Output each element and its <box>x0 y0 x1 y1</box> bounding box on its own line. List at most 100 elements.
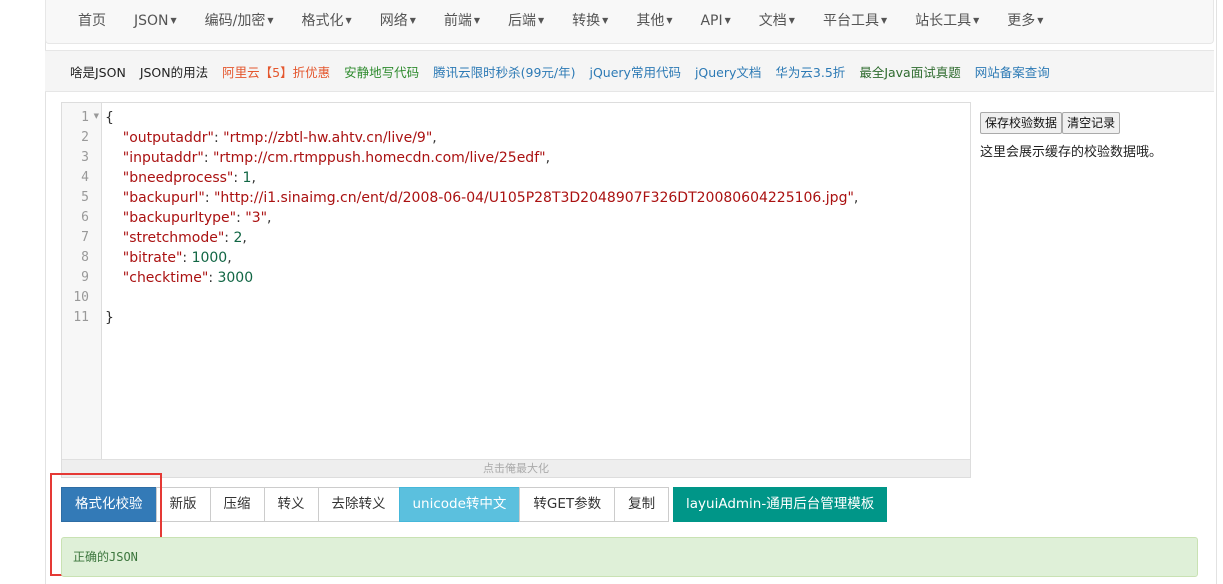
line-number: 2 <box>81 130 89 145</box>
header-link[interactable]: JSON的用法 <box>140 62 208 81</box>
caret-down-icon: ▼ <box>788 16 795 25</box>
code-line: { <box>105 108 114 128</box>
nav-item[interactable]: 格式化 ▼ <box>288 0 366 42</box>
code-line: "bneedprocess": 1, <box>105 168 256 188</box>
caret-down-icon: ▼ <box>602 16 609 25</box>
code-line: "checktime": 3000 <box>105 268 253 288</box>
clear-records-button[interactable]: 清空记录 <box>1062 112 1121 134</box>
nav-item[interactable]: 更多 ▼ <box>993 0 1057 42</box>
layuiadmin-template-button[interactable]: layuiAdmin-通用后台管理模板 <box>673 487 888 522</box>
caret-down-icon: ▼ <box>345 16 352 25</box>
header-link[interactable]: 网站备案查询 <box>975 62 1050 81</box>
nav-item[interactable]: 编码/加密 ▼ <box>191 0 288 42</box>
code-token: "rtmp://zbtl-hw.ahtv.cn/live/9" <box>223 130 433 146</box>
nav-item[interactable]: 首页 <box>64 0 120 42</box>
line-number: 1 <box>81 110 89 125</box>
code-token: , <box>267 210 272 226</box>
caret-down-icon: ▼ <box>1037 16 1044 25</box>
code-token: "backupurl" <box>105 190 205 206</box>
unicode-to-chinese-button[interactable]: unicode转中文 <box>398 487 521 522</box>
code-token: : <box>213 130 224 146</box>
nav-list: 首页 JSON ▼ 编码/加密 ▼ 格式化 ▼ 网络 ▼ 前端 ▼ 后端 ▼ 转换 ▼ 其他 ▼ API ▼ 文档 ▼ 平… <box>64 0 1057 42</box>
line-number: 6 <box>81 210 89 225</box>
header-link[interactable]: 啥是JSON <box>70 62 126 81</box>
nav-item[interactable]: 其他 ▼ <box>622 0 686 42</box>
nav-item-label: 平台工具 <box>822 13 879 29</box>
new-version-button[interactable]: 新版 <box>155 487 211 522</box>
caret-down-icon: ▼ <box>724 16 731 25</box>
format-validate-button[interactable]: 格式化校验 <box>61 487 157 522</box>
caret-down-icon: ▼ <box>973 16 980 25</box>
escape-button[interactable]: 转义 <box>263 487 319 522</box>
code-token: , <box>242 230 247 246</box>
nav-item-label: 站长工具 <box>915 13 972 29</box>
copy-button[interactable]: 复制 <box>614 487 670 522</box>
nav-item[interactable]: 文档 ▼ <box>745 0 809 42</box>
nav-item[interactable]: 站长工具 ▼ <box>901 0 993 42</box>
fold-arrow-icon[interactable]: ▼ <box>94 112 99 120</box>
link-bar: 啥是JSON JSON的用法 阿里云【5】折优惠 安静地写代码 腾讯云限时秒杀(99元/… <box>45 50 1214 92</box>
nav-item[interactable]: 平台工具 ▼ <box>809 0 901 42</box>
compress-button[interactable]: 压缩 <box>209 487 265 522</box>
caret-down-icon: ▼ <box>666 16 673 25</box>
code-token: : <box>203 150 213 166</box>
caret-down-icon: ▼ <box>409 16 416 25</box>
nav-item-label: 其他 <box>636 13 665 29</box>
nav-item-label: 前端 <box>443 13 472 29</box>
code-token: , <box>251 170 256 186</box>
code-token: , <box>545 150 551 166</box>
code-line: "backupurltype": "3", <box>105 208 272 228</box>
code-token: "bitrate" <box>105 250 183 266</box>
code-token: : <box>204 190 214 206</box>
header-link[interactable]: 最全Java面试真题 <box>859 62 960 81</box>
line-number: 4 <box>81 170 89 185</box>
nav-item[interactable]: 前端 ▼ <box>430 0 494 42</box>
caret-down-icon: ▼ <box>473 16 481 25</box>
save-check-data-button[interactable]: 保存校验数据 <box>980 112 1063 134</box>
code-line: "stretchmode": 2, <box>105 228 247 248</box>
nav-item[interactable]: API ▼ <box>686 0 744 42</box>
code-token: , <box>853 190 859 206</box>
caret-down-icon: ▼ <box>170 16 177 25</box>
code-token: , <box>432 130 437 146</box>
nav-item[interactable]: 网络 ▼ <box>366 0 430 42</box>
code-line: "inputaddr": "rtmp://cm.rtmppush.homecdn… <box>105 148 550 168</box>
maximize-bar[interactable]: 点击俺最大化 <box>62 459 970 477</box>
line-number: 8 <box>81 250 89 265</box>
nav-item-label: 编码/加密 <box>204 13 266 29</box>
link-list: 啥是JSON JSON的用法 阿里云【5】折优惠 安静地写代码 腾讯云限时秒杀(99元/… <box>70 51 1064 91</box>
code-token: 3000 <box>217 270 254 286</box>
json-editor[interactable]: ▼ 1 2 3 4 5 6 7 8 9 10 11 { "outputaddr": "rtmp://… <box>61 102 971 478</box>
nav-item-label: 更多 <box>1007 13 1036 29</box>
to-get-params-button[interactable]: 转GET参数 <box>519 487 616 522</box>
code-line: } <box>105 308 114 328</box>
code-token: { <box>105 110 114 126</box>
top-navbar: 首页 JSON ▼ 编码/加密 ▼ 格式化 ▼ 网络 ▼ 前端 ▼ 后端 ▼ 转换 ▼ 其他 ▼ API ▼ 文档 ▼ 平… <box>45 0 1214 44</box>
unescape-button[interactable]: 去除转义 <box>317 487 400 522</box>
caret-down-icon: ▼ <box>880 16 888 25</box>
nav-item[interactable]: 转换 ▼ <box>558 0 622 42</box>
caret-down-icon: ▼ <box>267 16 274 25</box>
caret-down-icon: ▼ <box>538 16 545 25</box>
validation-result-alert: 正确的JSON <box>61 537 1198 577</box>
code-line: "outputaddr": "rtmp://zbtl-hw.ahtv.cn/li… <box>105 128 437 148</box>
nav-item-label: 网络 <box>379 13 408 29</box>
header-link[interactable]: 华为云3.5折 <box>775 62 845 81</box>
header-link[interactable]: jQuery常用代码 <box>589 62 680 81</box>
line-number-gutter: ▼ 1 2 3 4 5 6 7 8 9 10 11 <box>62 103 102 461</box>
header-link[interactable]: jQuery文档 <box>695 62 761 81</box>
nav-item[interactable]: 后端 ▼ <box>494 0 558 42</box>
code-token: "bneedprocess" <box>105 170 234 186</box>
line-number: 9 <box>81 270 89 285</box>
header-link[interactable]: 腾讯云限时秒杀(99元/年) <box>433 62 575 81</box>
nav-item[interactable]: JSON ▼ <box>120 0 191 42</box>
line-number: 5 <box>81 190 89 205</box>
code-token: "outputaddr" <box>105 130 214 146</box>
code-token: , <box>227 250 232 266</box>
action-button-group: 格式化校验 新版 压缩 转义 去除转义 unicode转中文 转GET参数 复制 <box>61 487 670 522</box>
code-token: "http://i1.sinaimg.cn/ent/d/2008-06-04/U… <box>213 190 854 206</box>
code-token: } <box>105 310 114 326</box>
cache-note: 这里会展示缓存的校验数据哦。 <box>980 145 1163 160</box>
header-link[interactable]: 阿里云【5】折优惠 <box>222 62 330 81</box>
header-link[interactable]: 安静地写代码 <box>344 62 419 81</box>
